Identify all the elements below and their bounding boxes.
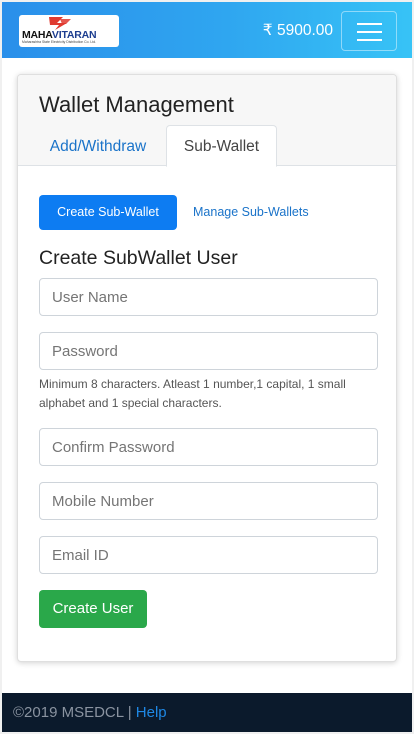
hamburger-line-icon [357, 23, 382, 25]
password-input[interactable] [39, 332, 378, 370]
footer-separator: | [123, 704, 136, 721]
page: MAHAVITARAN Maharashtra State Electricit… [2, 2, 412, 732]
section-title: Create SubWallet User [39, 247, 238, 269]
username-input[interactable] [39, 278, 378, 316]
hamburger-line-icon [357, 31, 382, 33]
mobile-number-input[interactable] [39, 482, 378, 520]
help-link[interactable]: Help [136, 704, 167, 721]
wallet-balance: ₹ 5900.00 [262, 22, 333, 39]
footer: ©2019 MSEDCL | Help [2, 693, 412, 732]
create-sub-wallet-button[interactable]: Create Sub-Wallet [39, 195, 177, 230]
manage-sub-wallets-link[interactable]: Manage Sub-Wallets [193, 205, 309, 219]
top-navbar: MAHAVITARAN Maharashtra State Electricit… [2, 2, 412, 58]
copyright-text: ©2019 MSEDCL [13, 704, 124, 721]
card-title: Wallet Management [39, 92, 234, 117]
mahavitaran-logo[interactable]: MAHAVITARAN Maharashtra State Electricit… [19, 15, 119, 47]
create-user-button[interactable]: Create User [39, 590, 147, 628]
hamburger-menu-button[interactable] [341, 11, 397, 51]
card-header: Wallet Management Add/Withdraw Sub-Walle… [18, 75, 396, 167]
tab-sub-wallet[interactable]: Sub-Wallet [166, 125, 277, 167]
password-hint: Minimum 8 characters. Atleast 1 number,1… [39, 377, 346, 410]
email-input[interactable] [39, 536, 378, 574]
confirm-password-input[interactable] [39, 428, 378, 466]
footer-text: ©2019 MSEDCL | Help [13, 704, 167, 721]
wallet-management-card: Wallet Management Add/Withdraw Sub-Walle… [17, 74, 397, 662]
tab-add-withdraw[interactable]: Add/Withdraw [39, 126, 157, 167]
logo-tagline: Maharashtra State Electricity Distributi… [22, 40, 97, 44]
hamburger-line-icon [357, 39, 382, 41]
